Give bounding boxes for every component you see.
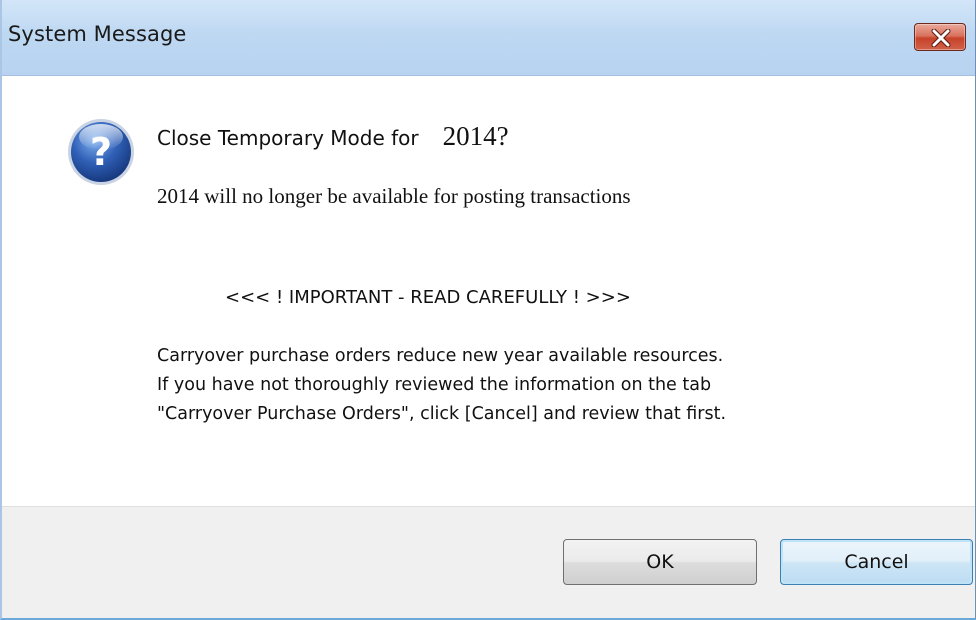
message-area: ? Close Temporary Mode for 2014? 2014 wil…	[2, 76, 975, 506]
window-title: System Message	[8, 22, 187, 46]
question-icon: ?	[68, 119, 134, 185]
heading-prefix: Close Temporary Mode for	[157, 126, 419, 150]
body-line: "Carryover Purchase Orders", click [Canc…	[157, 404, 727, 424]
message-body: Carryover purchase orders reduce new yea…	[157, 342, 726, 429]
title-bar[interactable]: System Message	[2, 0, 975, 76]
important-notice: <<< ! IMPORTANT - READ CAREFULLY ! >>>	[225, 287, 631, 308]
svg-text:?: ?	[90, 130, 112, 174]
message-heading: Close Temporary Mode for 2014?	[157, 121, 509, 152]
cancel-button[interactable]: Cancel	[780, 539, 973, 585]
button-bar: OK Cancel	[2, 506, 975, 618]
body-line: Carryover purchase orders reduce new yea…	[157, 346, 724, 366]
body-line: If you have not thoroughly reviewed the …	[157, 375, 712, 395]
ok-button[interactable]: OK	[563, 539, 757, 585]
message-subline: 2014 will no longer be available for pos…	[157, 184, 631, 208]
close-icon	[931, 29, 951, 47]
close-button[interactable]	[914, 23, 966, 51]
heading-year: 2014?	[442, 121, 509, 151]
system-message-dialog: System Message ? Close Temporary Mode fo…	[0, 0, 976, 620]
